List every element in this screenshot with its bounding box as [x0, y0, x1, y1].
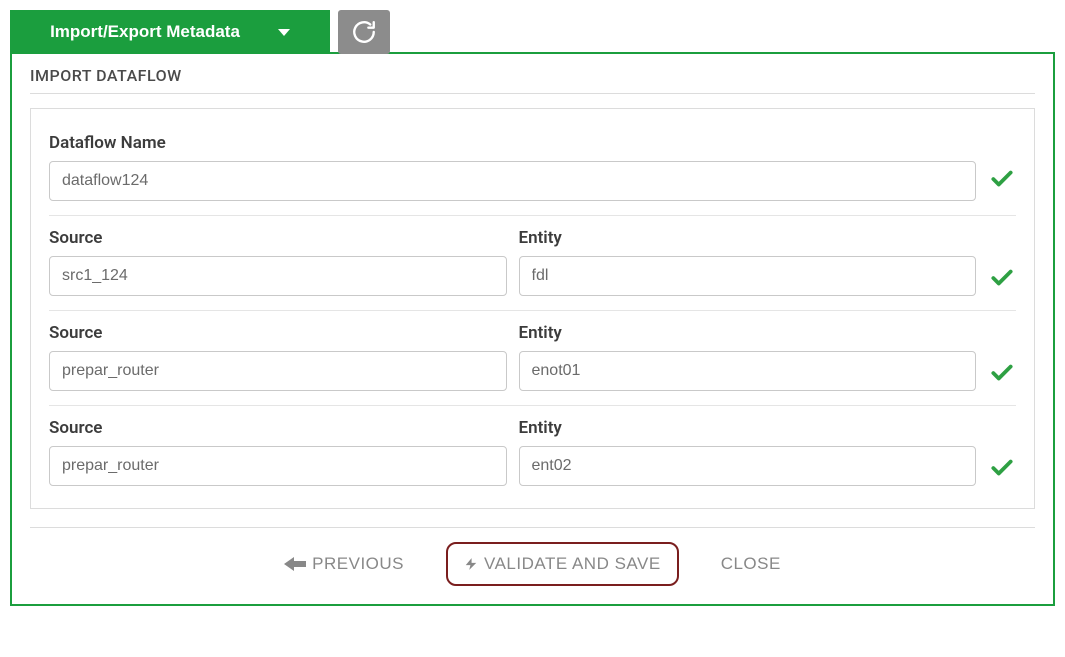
validate-and-save-button[interactable]: VALIDATE AND SAVE — [446, 542, 679, 586]
entity-input[interactable] — [519, 351, 977, 391]
previous-label: PREVIOUS — [312, 554, 404, 574]
source-input[interactable] — [49, 446, 507, 486]
source-entity-row: Source Entity — [49, 215, 1016, 310]
dataflow-name-label: Dataflow Name — [49, 133, 1016, 153]
import-export-metadata-dropdown[interactable]: Import/Export Metadata — [10, 10, 330, 54]
entity-label: Entity — [519, 323, 977, 343]
refresh-icon — [351, 19, 377, 45]
source-label: Source — [49, 323, 507, 343]
arrow-left-icon — [284, 556, 306, 572]
source-input[interactable] — [49, 256, 507, 296]
validate-label: VALIDATE AND SAVE — [484, 554, 661, 574]
import-export-label: Import/Export Metadata — [50, 22, 240, 42]
validation-icon-slot — [988, 264, 1016, 296]
entity-input[interactable] — [519, 446, 977, 486]
close-button[interactable]: CLOSE — [707, 544, 795, 584]
source-label: Source — [49, 228, 507, 248]
entity-label: Entity — [519, 228, 977, 248]
caret-down-icon — [278, 29, 290, 36]
form-box: Dataflow Name Source — [30, 108, 1035, 509]
dataflow-name-input[interactable] — [49, 161, 976, 201]
check-icon — [989, 454, 1015, 480]
close-label: CLOSE — [721, 554, 781, 574]
dataflow-name-section: Dataflow Name — [49, 121, 1016, 215]
source-label: Source — [49, 418, 507, 438]
entity-input[interactable] — [519, 256, 977, 296]
footer-actions: PREVIOUS VALIDATE AND SAVE CLOSE — [30, 528, 1035, 586]
check-icon — [989, 264, 1015, 290]
previous-button[interactable]: PREVIOUS — [270, 544, 418, 584]
validation-icon-slot — [988, 454, 1016, 486]
source-entity-row: Source Entity — [49, 310, 1016, 405]
panel-title: IMPORT DATAFLOW — [30, 66, 1035, 94]
entity-label: Entity — [519, 418, 977, 438]
import-dataflow-panel: IMPORT DATAFLOW Dataflow Name — [10, 52, 1055, 606]
validation-icon-slot — [988, 165, 1016, 197]
validation-icon-slot — [988, 359, 1016, 391]
source-entity-row: Source Entity — [49, 405, 1016, 490]
source-input[interactable] — [49, 351, 507, 391]
bolt-icon — [464, 554, 478, 574]
check-icon — [989, 165, 1015, 191]
refresh-button[interactable] — [338, 10, 390, 54]
check-icon — [989, 359, 1015, 385]
